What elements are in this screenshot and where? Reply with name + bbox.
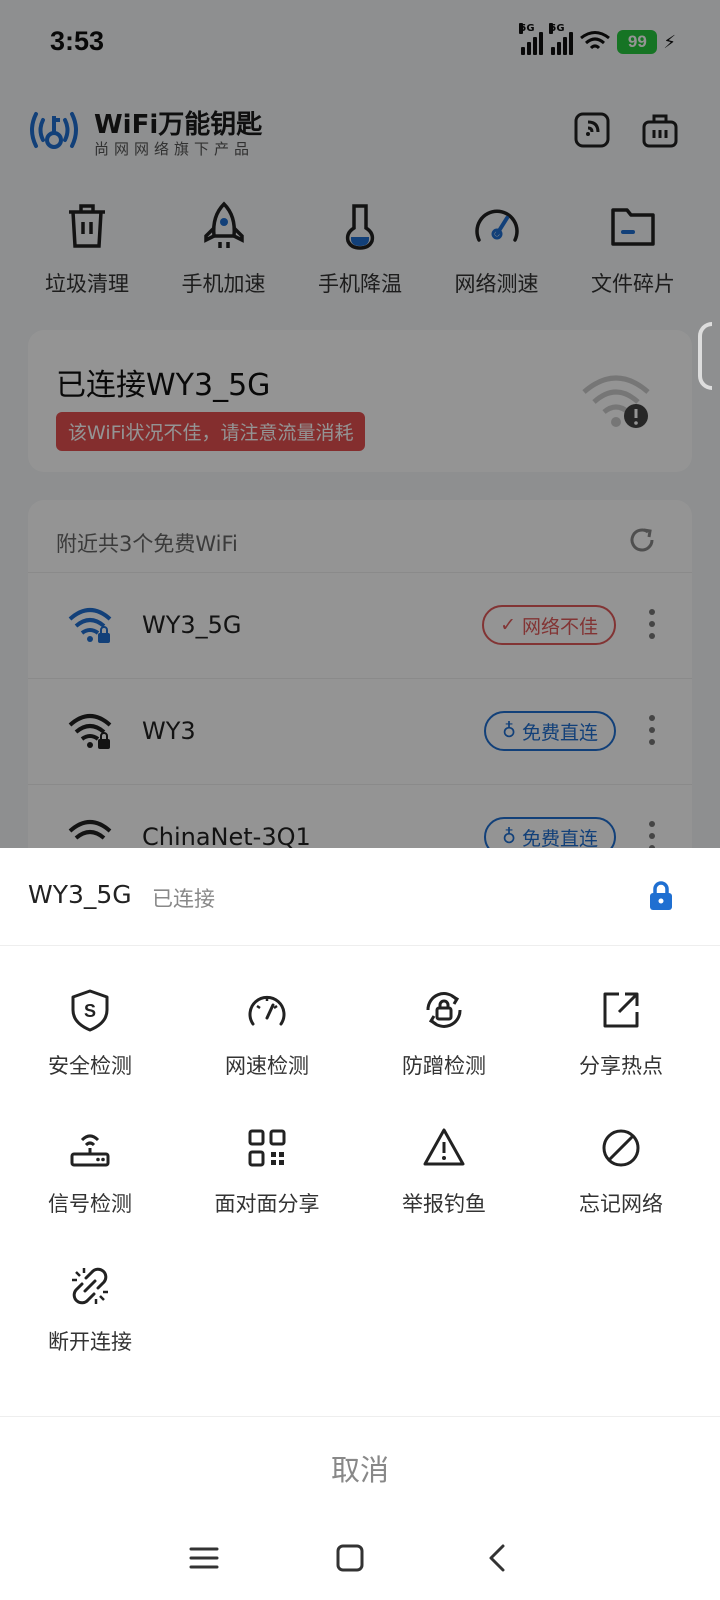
warning-icon bbox=[423, 1128, 465, 1166]
action-label: 防蹭检测 bbox=[402, 1054, 486, 1078]
shield-icon: S bbox=[71, 989, 109, 1032]
qr-code-icon bbox=[248, 1129, 286, 1167]
speed-check-button[interactable]: 网速检测 bbox=[177, 988, 357, 1108]
router-icon bbox=[70, 1134, 110, 1167]
cancel-label: 取消 bbox=[330, 1452, 389, 1487]
back-icon[interactable] bbox=[480, 1540, 516, 1576]
system-nav-bar bbox=[0, 1518, 720, 1600]
cancel-button[interactable]: 取消 bbox=[0, 1416, 720, 1518]
menu-icon[interactable] bbox=[186, 1540, 222, 1576]
signal-check-button[interactable]: 信号检测 bbox=[0, 1126, 180, 1246]
report-phishing-button[interactable]: 举报钓鱼 bbox=[354, 1126, 534, 1246]
security-check-button[interactable]: S 安全检测 bbox=[0, 988, 180, 1108]
home-icon[interactable] bbox=[332, 1540, 368, 1576]
side-drawer-handle[interactable] bbox=[698, 322, 712, 390]
action-label: 安全检测 bbox=[48, 1054, 132, 1078]
face-to-face-share-button[interactable]: 面对面分享 bbox=[177, 1126, 357, 1246]
unlink-icon bbox=[72, 1267, 108, 1305]
action-label: 信号检测 bbox=[48, 1192, 132, 1216]
sheet-connection-status: 已连接 bbox=[152, 887, 215, 911]
background-app: 3:53 5G 5G 99 ⚡ WiFi万能钥匙 尚网网络旗下产品 垃圾清理 手… bbox=[0, 0, 720, 848]
modal-backdrop[interactable] bbox=[0, 0, 720, 848]
share-icon bbox=[603, 992, 639, 1028]
action-label: 网速检测 bbox=[225, 1054, 309, 1078]
forbidden-icon bbox=[602, 1129, 640, 1167]
lock-refresh-icon bbox=[426, 992, 462, 1028]
lock-icon[interactable] bbox=[648, 880, 674, 912]
share-hotspot-button[interactable]: 分享热点 bbox=[531, 988, 711, 1108]
wifi-actions-sheet: WY3_5G 已连接 S 安全检测 网速检测 防蹭检测 分享热点 信号检测 面对… bbox=[0, 848, 720, 1600]
forget-network-button[interactable]: 忘记网络 bbox=[531, 1126, 711, 1246]
action-label: 断开连接 bbox=[48, 1330, 132, 1354]
action-label: 面对面分享 bbox=[214, 1192, 320, 1216]
action-label: 忘记网络 bbox=[579, 1192, 663, 1216]
action-label: 举报钓鱼 bbox=[402, 1192, 486, 1216]
speedometer-icon bbox=[248, 995, 286, 1026]
disconnect-button[interactable]: 断开连接 bbox=[0, 1264, 180, 1384]
sheet-ssid: WY3_5G bbox=[28, 880, 132, 909]
sheet-header: WY3_5G 已连接 bbox=[0, 848, 720, 946]
action-label: 分享热点 bbox=[579, 1054, 663, 1078]
svg-text:S: S bbox=[84, 1001, 96, 1021]
anti-leech-check-button[interactable]: 防蹭检测 bbox=[354, 988, 534, 1108]
